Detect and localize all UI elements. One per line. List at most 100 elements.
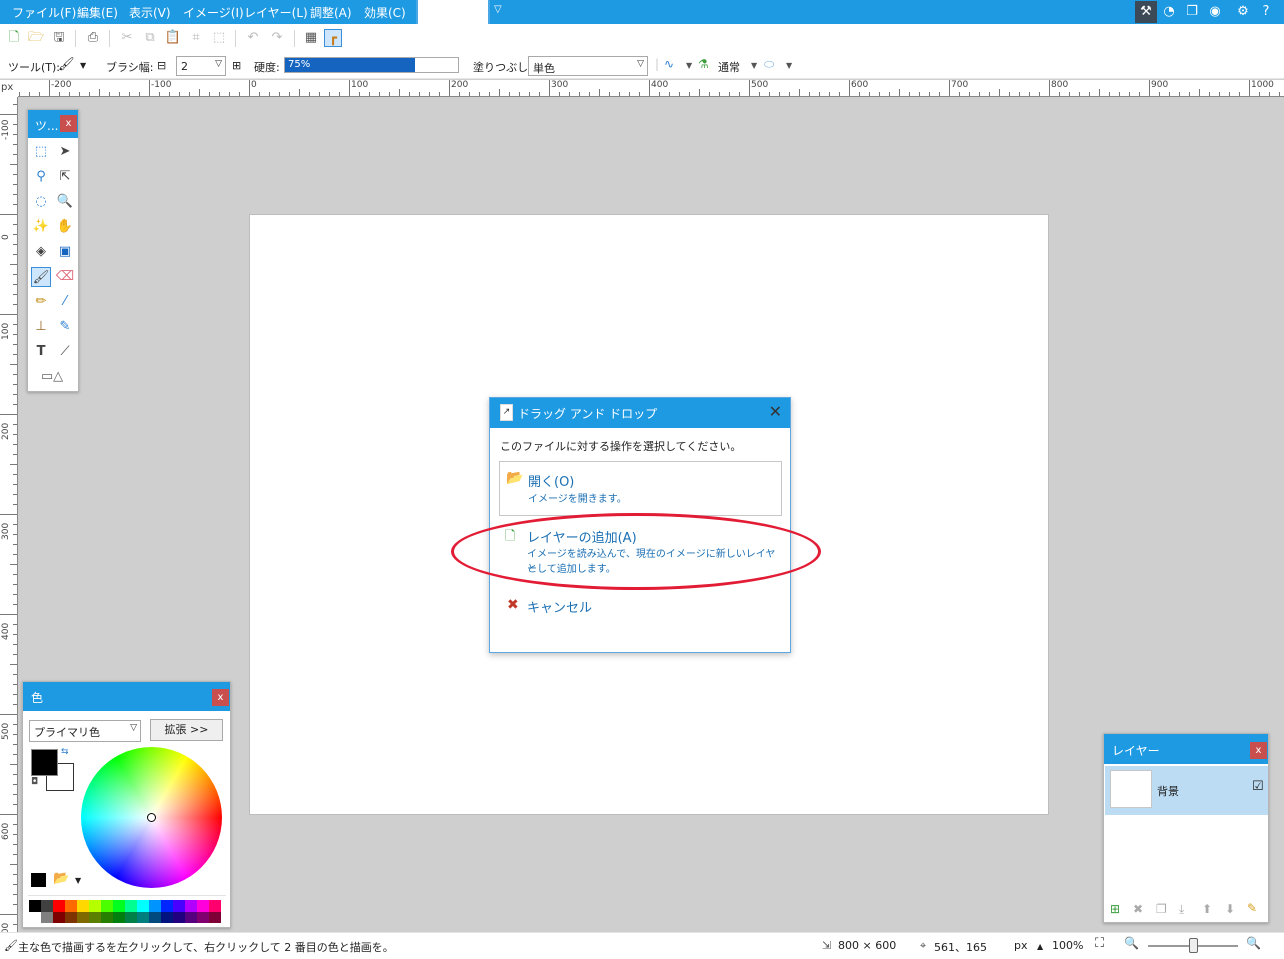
palette-swatch[interactable]: [113, 900, 125, 912]
palette-swatch[interactable]: [65, 912, 77, 923]
palette-swatch[interactable]: [185, 912, 197, 923]
paste-icon[interactable]: 📋: [164, 29, 182, 47]
rulers-toggle-icon[interactable]: ┏: [324, 29, 342, 47]
duplicate-layer-icon[interactable]: ❐: [1156, 902, 1167, 916]
tools-panel-header[interactable]: ツ... x: [28, 110, 78, 138]
menu-image[interactable]: イメージ(I): [183, 4, 244, 21]
palette-swatch[interactable]: [125, 900, 137, 912]
recolor-icon[interactable]: ✎: [55, 317, 75, 337]
copy-icon[interactable]: ⧉: [141, 29, 159, 47]
save-icon[interactable]: 🖫: [50, 29, 68, 47]
merge-layer-down-icon[interactable]: ⤓: [1179, 902, 1184, 917]
dialog-title-bar[interactable]: ↗ ドラッグ アンド ドロップ ✕: [490, 398, 790, 428]
help-icon[interactable]: ?: [1255, 1, 1277, 23]
dialog-close-button[interactable]: ✕: [769, 402, 782, 421]
open-file-icon[interactable]: 🗁: [27, 29, 45, 47]
redo-icon[interactable]: ↷: [268, 29, 286, 47]
delete-layer-icon[interactable]: ✖: [1133, 902, 1143, 916]
fill-mode-combo[interactable]: 単色 ▽: [528, 56, 648, 76]
clone-stamp-icon[interactable]: ⊥: [31, 317, 51, 337]
palette-swatch[interactable]: [197, 900, 209, 912]
eraser-icon[interactable]: ⌫: [55, 267, 75, 287]
palette-swatch[interactable]: [137, 912, 149, 923]
zoom-slider-thumb[interactable]: [1189, 938, 1198, 953]
palette-swatch[interactable]: [125, 912, 137, 923]
palette-swatch[interactable]: [53, 900, 65, 912]
palette-swatch[interactable]: [149, 912, 161, 923]
menu-view[interactable]: 表示(V): [129, 4, 171, 21]
palette-menu-icon[interactable]: 📂: [53, 871, 69, 886]
line-curve-icon[interactable]: ⟋: [55, 342, 75, 362]
antialiasing-dropdown-icon[interactable]: ▼: [686, 61, 692, 70]
history-window-toggle-icon[interactable]: ◔: [1158, 1, 1180, 23]
zoom-to-window-icon[interactable]: ⛶: [1095, 936, 1104, 951]
move-selection-icon[interactable]: ⇱: [55, 167, 75, 187]
ellipse-select-icon[interactable]: ◌: [31, 192, 51, 212]
cut-icon[interactable]: ✂: [118, 29, 136, 47]
gradient-icon[interactable]: ▣: [55, 242, 75, 262]
move-layer-down-icon[interactable]: ⬇: [1225, 902, 1235, 916]
magic-wand-icon[interactable]: ✨: [31, 217, 51, 237]
brush-width-combo[interactable]: 2 ▽: [176, 56, 226, 76]
brush-increase-icon[interactable]: ⊞: [232, 59, 241, 72]
reset-colors-icon[interactable]: ◘: [31, 777, 38, 787]
palette-swatch[interactable]: [101, 900, 113, 912]
layers-panel-close-button[interactable]: x: [1250, 742, 1267, 759]
colors-panel-close-button[interactable]: x: [212, 689, 229, 706]
new-file-icon[interactable]: 🗋: [5, 29, 23, 47]
settings-gear-icon[interactable]: ⚙: [1232, 1, 1254, 23]
paint-bucket-icon[interactable]: ◈: [31, 242, 51, 262]
palette-swatch[interactable]: [53, 912, 65, 923]
open-option-button[interactable]: 📂 開く(O) イメージを開きます。: [499, 461, 782, 516]
palette-swatch[interactable]: [209, 912, 221, 923]
print-icon[interactable]: ⎙: [84, 29, 102, 47]
pan-hand-icon[interactable]: ✋: [55, 217, 75, 237]
expand-colors-button[interactable]: 拡張 >>: [150, 719, 223, 741]
menu-adjustments[interactable]: 調整(A): [310, 4, 352, 21]
primary-color-swatch[interactable]: [31, 749, 58, 776]
palette-swatch[interactable]: [89, 900, 101, 912]
tools-window-toggle-icon[interactable]: ⚒: [1135, 1, 1157, 23]
palette-swatch[interactable]: [161, 900, 173, 912]
grid-icon[interactable]: ▦: [302, 29, 320, 47]
palette-swatch[interactable]: [29, 900, 41, 912]
zoom-in-icon[interactable]: 🔍: [1246, 936, 1261, 950]
move-layer-up-icon[interactable]: ⬆: [1202, 902, 1212, 916]
cancel-option-button[interactable]: ✖ キャンセル: [499, 594, 782, 622]
layer-properties-icon[interactable]: ✎: [1247, 901, 1257, 915]
palette-swatch[interactable]: [149, 900, 161, 912]
paintbrush-icon[interactable]: 🖌: [31, 267, 51, 287]
palette-dropdown-icon[interactable]: ▼: [75, 876, 81, 885]
palette-swatch[interactable]: [65, 900, 77, 912]
palette-swatch[interactable]: [113, 912, 125, 923]
palette-swatch[interactable]: [137, 900, 149, 912]
layer-row[interactable]: 背景 ☑: [1105, 766, 1268, 815]
palette-swatch[interactable]: [185, 900, 197, 912]
palette-swatch[interactable]: [101, 912, 113, 923]
unit-dropdown-icon[interactable]: ▲: [1037, 942, 1043, 951]
move-selected-icon[interactable]: ➤: [55, 142, 75, 162]
color-mode-combo[interactable]: プライマリ色 ▽: [29, 720, 141, 742]
color-picker-icon[interactable]: ⁄: [55, 292, 75, 312]
blend-mode-flask-icon[interactable]: ⚗: [698, 57, 709, 71]
color-wheel-cursor[interactable]: [147, 813, 156, 822]
selection-mode-dropdown-icon[interactable]: ▼: [786, 61, 792, 70]
selection-mode-icon[interactable]: ⬭: [764, 57, 774, 72]
menu-effects[interactable]: 効果(C): [364, 4, 406, 21]
layers-panel-header[interactable]: レイヤー x: [1104, 734, 1268, 764]
palette-swatch[interactable]: [89, 912, 101, 923]
palette-swatch[interactable]: [77, 912, 89, 923]
document-list-dropdown-icon[interactable]: ▽: [494, 4, 502, 15]
zoom-icon[interactable]: 🔍: [55, 192, 75, 212]
palette-swatch[interactable]: [197, 912, 209, 923]
colors-window-toggle-icon[interactable]: ◉: [1204, 1, 1226, 23]
menu-layers[interactable]: レイヤー(L): [244, 4, 308, 21]
swap-colors-icon[interactable]: ⇆: [61, 747, 69, 757]
antialiasing-icon[interactable]: ∿: [664, 57, 674, 71]
add-layer-icon[interactable]: ⊞: [1110, 902, 1120, 916]
palette-swatch[interactable]: [41, 900, 53, 912]
lasso-select-icon[interactable]: ⚲: [31, 167, 51, 187]
unit-selector[interactable]: px: [1014, 939, 1028, 952]
crop-icon[interactable]: ⌗: [187, 29, 205, 47]
blend-mode-dropdown-icon[interactable]: ▼: [751, 61, 757, 70]
